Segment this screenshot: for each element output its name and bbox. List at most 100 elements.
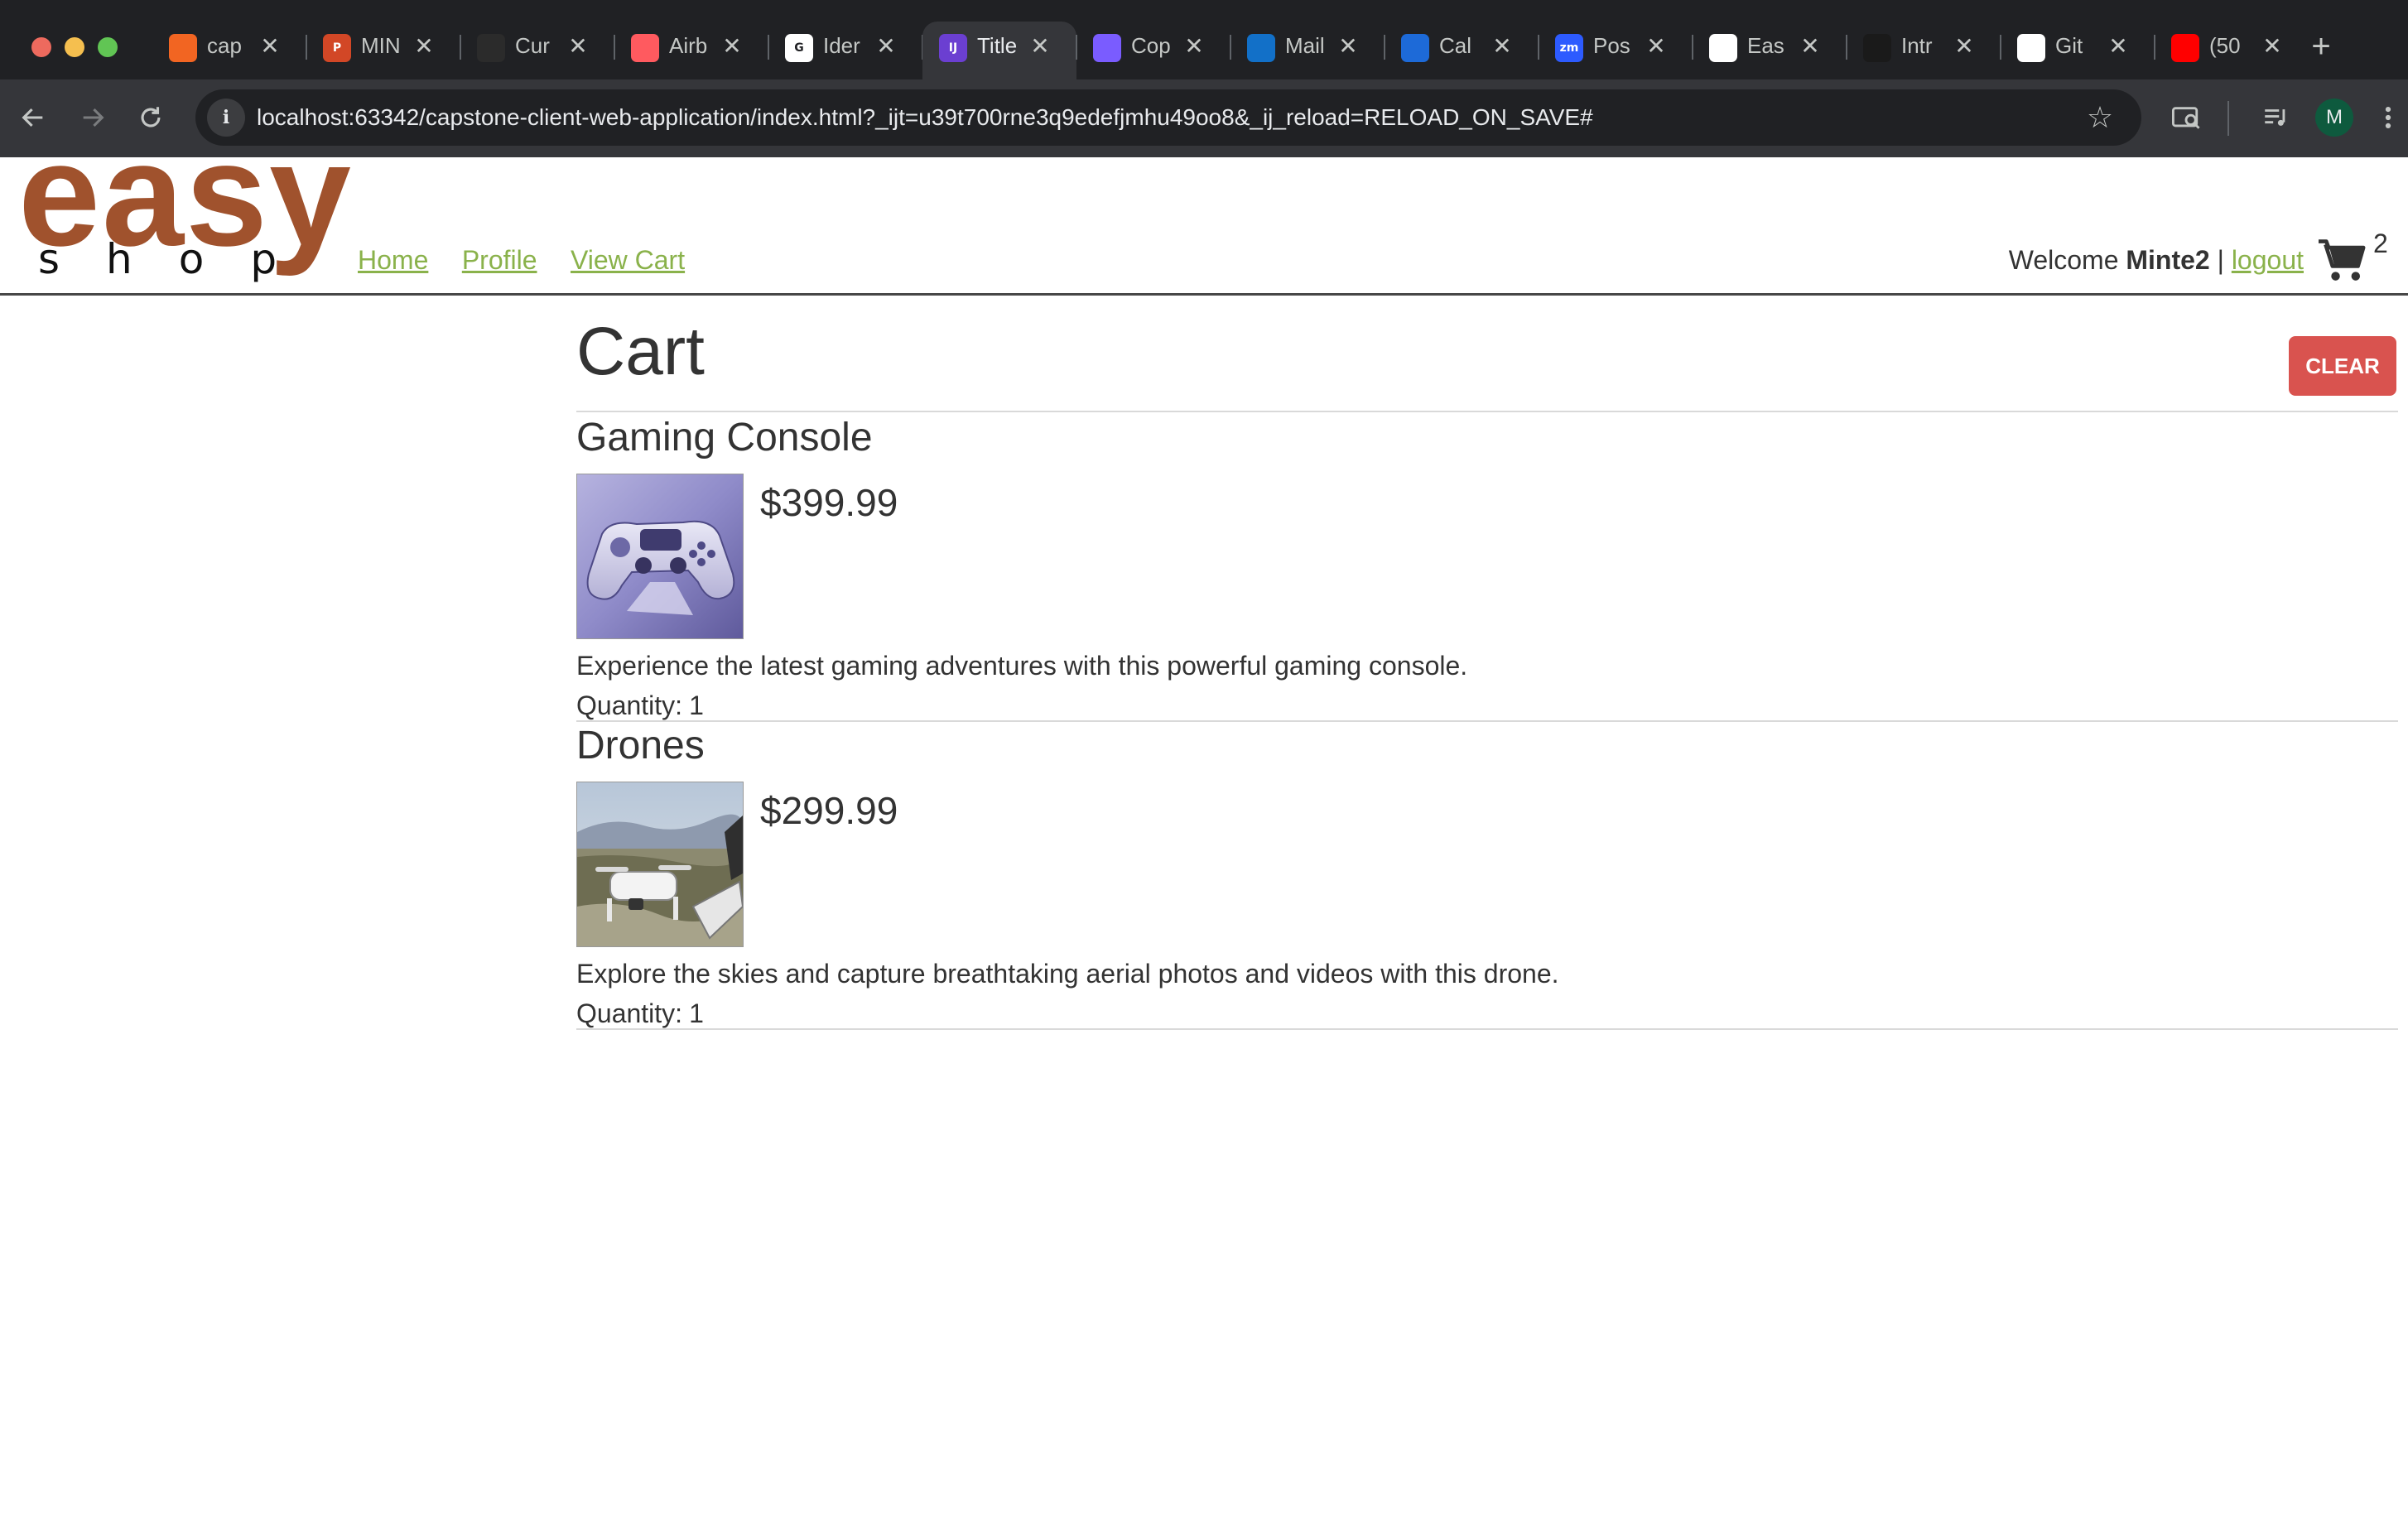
quantity-value: 1 [689,690,704,720]
welcome-separator: | [2217,245,2224,275]
tab-title: Cop [1131,33,1171,58]
browser-tab[interactable]: P MIN ✕ [306,22,460,79]
tab-title: MIN [361,33,401,58]
airbnb-icon [631,34,659,62]
logout-link[interactable]: logout [2232,245,2304,275]
drone-photo [576,782,744,947]
tab-title: (50 [2209,33,2241,58]
browser-tab[interactable]: (50 ✕ [2155,22,2309,79]
clear-cart-button[interactable]: CLEAR [2289,336,2396,396]
tab-title: Mail [1285,33,1325,58]
tab-close-icon[interactable]: ✕ [1486,30,1519,63]
window-zoom-button[interactable] [98,37,118,57]
site-header: easy shop Home Profile View Cart Welcome… [0,121,2408,296]
cart-item: Gaming Console $399.99 Experience the la… [576,414,2398,722]
quantity-label: Quantity: [576,998,683,1028]
github-icon [1709,34,1737,62]
item-name: Drones [576,724,705,767]
tab-title: Eas [1747,33,1784,58]
easy-shop-logo[interactable]: easy shop [18,121,351,290]
openai-icon [2017,34,2045,62]
main-nav: Home Profile View Cart [358,245,715,276]
tab-close-icon[interactable]: ✕ [1794,30,1827,63]
cube-icon [477,34,505,62]
calendar-icon [1401,34,1429,62]
profile-avatar[interactable]: M [2315,99,2353,137]
window-close-button[interactable] [31,37,51,57]
browser-menu-button[interactable] [2372,94,2405,141]
welcome-message: Welcome Minte2 | logout [2009,245,2304,276]
browser-tab[interactable]: cap ✕ [152,22,306,79]
item-description: Explore the skies and capture breathtaki… [576,959,1559,989]
item-price: $399.99 [760,481,898,524]
logo-wordmark-bottom: shop [38,235,324,283]
tab-title: Pos [1593,33,1630,58]
tab-close-icon[interactable]: ✕ [561,30,595,63]
browser-toolbar: i localhost:63342/capstone-client-web-ap… [0,79,2408,157]
new-tab-button[interactable]: + [2302,28,2340,66]
item-quantity: Quantity: 1 [576,690,704,721]
media-queue-icon [2265,109,2285,126]
tab-close-icon[interactable]: ✕ [1178,30,1211,63]
item-description: Experience the latest gaming adventures … [576,651,1468,681]
tab-title: Git [2055,33,2083,58]
tab-close-icon[interactable]: ✕ [1948,30,1981,63]
browser-tab[interactable]: Eas ✕ [1693,22,1847,79]
tab-close-icon[interactable]: ✕ [2102,30,2135,63]
tab-close-icon[interactable]: ✕ [1640,30,1673,63]
browser-tab[interactable]: IJ Title ✕ [922,22,1076,79]
window-minimize-button[interactable] [65,37,84,57]
item-quantity: Quantity: 1 [576,998,704,1029]
bookmark-star-icon[interactable]: ☆ [2080,98,2120,137]
browser-tab-strip: cap ✕ P MIN ✕ Cur ✕ Airb ✕ G Ider ✕ IJ Title ✕ Cop ✕ Mail… [0,0,2408,79]
openai-icon [1863,34,1891,62]
welcome-text: Welcome [2008,245,2119,275]
tab-title: Airb [669,33,708,58]
outlook-icon [1247,34,1275,62]
item-name: Gaming Console [576,416,873,459]
username: Minte2 [2126,245,2210,275]
browser-tab[interactable]: Intr ✕ [1847,22,2001,79]
search-tabs-icon [2172,107,2200,129]
copilot-icon [1093,34,1121,62]
quantity-value: 1 [689,998,704,1028]
tab-close-icon[interactable]: ✕ [407,30,441,63]
browser-tab[interactable]: Git ✕ [2001,22,2155,79]
nav-profile-link[interactable]: Profile [462,245,537,275]
tab-title: Ider [823,33,860,58]
browser-tab[interactable]: Cur ✕ [460,22,614,79]
browser-tab[interactable]: Mail ✕ [1230,22,1385,79]
search-tabs-button[interactable] [2163,94,2209,141]
tab-close-icon[interactable]: ✕ [715,30,749,63]
intellij-icon: IJ [939,34,967,62]
shopping-cart-icon[interactable] [2317,237,2367,283]
quantity-label: Quantity: [576,690,683,720]
toolbar-divider [2227,101,2229,136]
powerpoint-icon: P [323,34,351,62]
media-controls-button[interactable] [2252,94,2299,141]
tab-title: Cal [1439,33,1472,58]
browser-tab[interactable]: Cal ✕ [1385,22,1539,79]
browser-tab[interactable]: Airb ✕ [614,22,768,79]
tab-close-icon[interactable]: ✕ [253,30,287,63]
tab-close-icon[interactable]: ✕ [1332,30,1365,63]
nav-home-link[interactable]: Home [358,245,428,275]
browser-tab[interactable]: zm Pos ✕ [1539,22,1693,79]
tab-title: Title [977,33,1017,58]
page-title: Cart [576,314,705,389]
divider [576,411,2398,412]
divider [576,1028,2398,1030]
browser-tab[interactable]: G Ider ✕ [768,22,922,79]
tab-close-icon[interactable]: ✕ [2256,30,2289,63]
nav-view-cart-link[interactable]: View Cart [571,245,685,275]
tab-close-icon[interactable]: ✕ [1023,30,1057,63]
google-icon: G [785,34,813,62]
gaming-console-photo [576,474,744,639]
item-price: $299.99 [760,789,898,832]
tab-close-icon[interactable]: ✕ [869,30,903,63]
zoom-icon: zm [1555,34,1583,62]
address-bar[interactable]: i localhost:63342/capstone-client-web-ap… [195,89,2141,146]
url-text[interactable]: localhost:63342/capstone-client-web-appl… [257,89,1593,146]
browser-tab[interactable]: Cop ✕ [1076,22,1230,79]
tab-title: Intr [1901,33,1933,58]
